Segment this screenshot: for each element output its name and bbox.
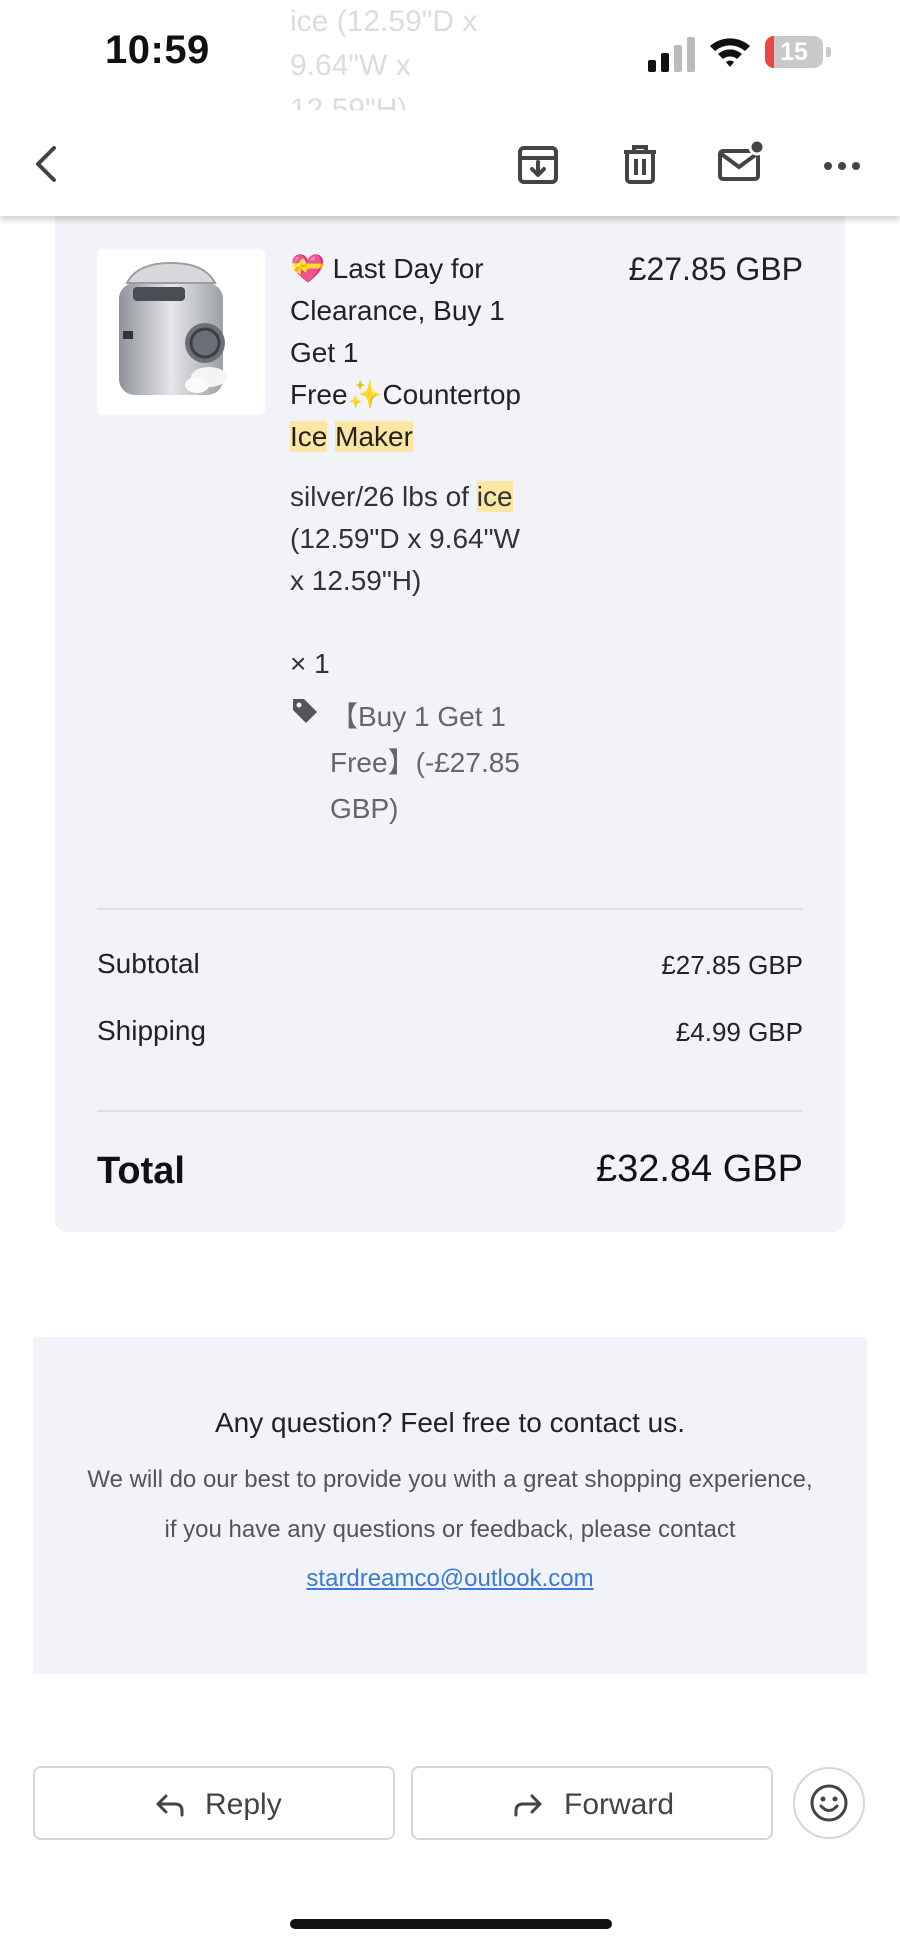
product-variant: silver/26 lbs of ice (12.59"D x 9.64"W x…	[290, 476, 540, 602]
product-title[interactable]: 💝 Last Day for Clearance, Buy 1 Get 1 Fr…	[290, 248, 540, 458]
total-label: Total	[97, 1150, 185, 1192]
battery-level-text: 15	[780, 38, 808, 66]
reply-button[interactable]: Reply	[33, 1766, 395, 1840]
smiley-icon	[810, 1784, 848, 1822]
forward-label: Forward	[564, 1788, 675, 1821]
search-highlight: Maker	[335, 421, 413, 452]
search-highlight: ice	[476, 481, 513, 512]
emoji-reaction-button[interactable]	[793, 1767, 865, 1839]
more-icon[interactable]	[814, 136, 870, 192]
product-title-text-2: Countertop	[382, 379, 521, 410]
back-arrow-icon[interactable]	[20, 136, 76, 192]
contact-email-link[interactable]: stardreamco@outlook.com	[33, 1565, 867, 1593]
email-toolbar	[0, 110, 900, 216]
status-time: 10:59	[105, 28, 210, 72]
subtotal-value: £27.85 GBP	[661, 950, 803, 980]
shipping-value: £4.99 GBP	[675, 1017, 803, 1047]
variant-text: silver/26 lbs of	[290, 481, 469, 512]
cellular-signal-icon	[648, 37, 695, 72]
reply-label: Reply	[205, 1788, 282, 1821]
gift-heart-emoji: 💝	[290, 253, 325, 284]
product-price: £27.85 GBP	[628, 251, 803, 287]
product-quantity: × 1	[290, 648, 330, 679]
subtotal-label: Subtotal	[97, 948, 200, 979]
divider	[97, 1110, 803, 1112]
forward-arrow-icon	[514, 1794, 542, 1817]
battery-icon: 15	[765, 36, 833, 70]
shipping-label: Shipping	[97, 1015, 206, 1046]
home-indicator[interactable]	[290, 1919, 612, 1929]
variant-dimensions: (12.59"D x 9.64"W x 12.59"H)	[290, 523, 520, 596]
discount-tag-icon	[293, 699, 317, 723]
divider	[97, 908, 803, 910]
product-image[interactable]	[97, 249, 265, 415]
archive-icon[interactable]	[510, 136, 566, 192]
mark-unread-icon[interactable]	[712, 136, 768, 192]
forward-button[interactable]: Forward	[411, 1766, 773, 1840]
sparkles-emoji: ✨	[347, 379, 383, 410]
contact-title: Any question? Feel free to contact us.	[214, 1407, 686, 1438]
reply-arrow-icon	[156, 1794, 184, 1817]
contact-text-line: if you have any questions or feedback, p…	[164, 1516, 736, 1543]
wifi-icon	[710, 38, 750, 67]
delete-icon[interactable]	[612, 136, 668, 192]
discount-label: 【Buy 1 Get 1 Free】(-£27.85 GBP)	[330, 701, 520, 824]
search-highlight: Ice	[290, 421, 328, 452]
contact-text-line: We will do our best to provide you with …	[87, 1466, 813, 1493]
total-value: £32.84 GBP	[595, 1148, 803, 1190]
status-bar: ice (12.59"D x 9.64"W x 12.59"H) × 1 10:…	[0, 0, 900, 170]
contact-section: Any question? Feel free to contact us. W…	[33, 1337, 867, 1674]
